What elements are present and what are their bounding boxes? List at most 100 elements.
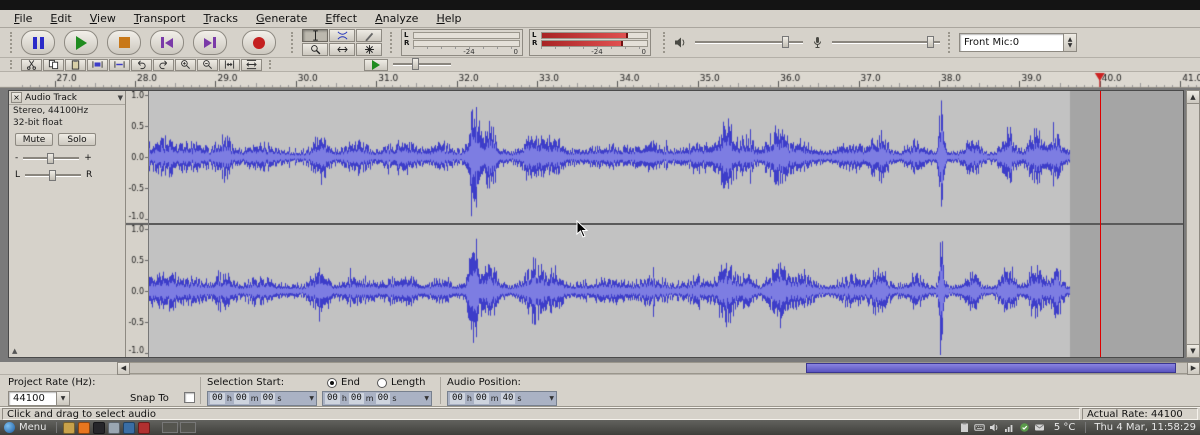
selection-start-field[interactable]: 00h00m00s▼ — [207, 391, 317, 406]
copy-button[interactable] — [43, 59, 64, 71]
track-area[interactable]: × Audio Track ▼ Stereo, 44100Hz 32-bit f… — [0, 88, 1200, 362]
file-manager-icon[interactable] — [63, 422, 75, 434]
skip-to-start-button[interactable] — [150, 30, 184, 55]
length-radio[interactable] — [377, 378, 387, 388]
menu-tracks[interactable]: Tracks — [203, 12, 238, 25]
menu-icon[interactable] — [4, 422, 15, 433]
waveform-left-channel[interactable] — [149, 91, 1183, 223]
terminal-icon[interactable] — [93, 422, 105, 434]
toolbar-grip[interactable] — [390, 32, 395, 52]
selection-tool-button[interactable] — [302, 29, 328, 42]
horizontal-scrollbar[interactable]: ◀ ▶ — [0, 362, 1200, 375]
play-speed-slider[interactable] — [393, 63, 451, 66]
input-device-select[interactable]: Front Mic:0 ▲▼ — [959, 33, 1077, 52]
input-volume-slider[interactable] — [832, 41, 940, 44]
scroll-left-icon[interactable]: ◀ — [117, 362, 130, 375]
track-close-button[interactable]: × — [11, 92, 22, 103]
updates-icon[interactable] — [1019, 422, 1031, 434]
redo-button[interactable] — [153, 59, 174, 71]
trim-outside-button[interactable] — [87, 59, 108, 71]
end-radio-label[interactable]: End — [341, 377, 360, 388]
envelope-tool-button[interactable] — [329, 29, 355, 42]
gain-slider-thumb[interactable] — [47, 153, 54, 164]
scroll-right-icon[interactable]: ▶ — [1187, 362, 1200, 375]
mute-button[interactable]: Mute — [15, 133, 53, 146]
device-spinner[interactable]: ▲▼ — [1063, 34, 1076, 51]
menu-file[interactable]: File — [14, 12, 32, 25]
gain-slider[interactable] — [23, 157, 79, 160]
fit-selection-button[interactable] — [219, 59, 240, 71]
menu-generate[interactable]: Generate — [256, 12, 307, 25]
timeline-ruler[interactable] — [0, 72, 1200, 88]
multi-tool-button[interactable] — [356, 43, 382, 56]
clipboard-icon[interactable] — [959, 422, 971, 434]
zoom-out-button[interactable] — [197, 59, 218, 71]
output-volume-thumb[interactable] — [782, 36, 789, 48]
spin-down-icon[interactable]: ▼ — [1068, 43, 1073, 49]
waveform-display[interactable] — [149, 91, 1183, 357]
taskbar-window-button[interactable] — [162, 422, 178, 433]
end-radio[interactable] — [327, 378, 337, 388]
paste-button[interactable] — [65, 59, 86, 71]
cut-button[interactable] — [21, 59, 42, 71]
field-dropdown-icon[interactable]: ▼ — [549, 395, 554, 402]
output-volume-slider[interactable] — [695, 41, 803, 44]
vertical-scale-ruler[interactable] — [126, 91, 149, 357]
play-button[interactable] — [64, 30, 98, 55]
dropdown-arrow-icon[interactable]: ▼ — [56, 392, 69, 405]
playback-meter[interactable]: L R -240 — [401, 29, 523, 56]
messages-icon[interactable] — [1034, 422, 1046, 434]
record-button[interactable] — [242, 30, 276, 55]
audio-position-field[interactable]: 00h00m40s▼ — [447, 391, 557, 406]
waveform-right-channel[interactable] — [149, 225, 1183, 357]
silence-button[interactable] — [109, 59, 130, 71]
recording-meter[interactable]: L R -240 — [529, 29, 651, 56]
scrollbar-thumb[interactable] — [806, 363, 1176, 373]
toolbar-grip[interactable] — [948, 32, 953, 52]
play-speed-thumb[interactable] — [412, 58, 419, 70]
field-dropdown-icon[interactable]: ▼ — [309, 395, 314, 402]
timeshift-tool-button[interactable] — [329, 43, 355, 56]
pause-button[interactable] — [21, 30, 55, 55]
temperature-widget[interactable]: 5 °C — [1054, 422, 1076, 433]
toolbar-grip[interactable] — [269, 60, 274, 69]
menu-button[interactable]: Menu — [19, 422, 46, 433]
scroll-up-icon[interactable]: ▲ — [1187, 91, 1199, 104]
skip-to-end-button[interactable] — [193, 30, 227, 55]
menu-transport[interactable]: Transport — [134, 12, 186, 25]
track-collapse-button[interactable]: ▲ — [12, 347, 17, 355]
track-menu-dropdown-icon[interactable]: ▼ — [118, 94, 123, 102]
vertical-scrollbar[interactable]: ▲ ▼ — [1186, 90, 1200, 358]
zoom-in-button[interactable] — [175, 59, 196, 71]
project-rate-select[interactable]: 44100 ▼ — [8, 391, 70, 406]
media-player-icon[interactable] — [138, 422, 150, 434]
clock[interactable]: Thu 4 Mar, 11:58:29 — [1094, 422, 1196, 433]
horizontal-scroll-track[interactable] — [130, 362, 1187, 374]
pan-slider[interactable] — [25, 174, 81, 177]
undo-button[interactable] — [131, 59, 152, 71]
volume-icon[interactable] — [989, 422, 1001, 434]
toolbar-grip[interactable] — [291, 32, 296, 52]
taskbar-window-button[interactable] — [180, 422, 196, 433]
selection-end-field[interactable]: 00h00m00s▼ — [322, 391, 432, 406]
toolbar-grip[interactable] — [10, 60, 15, 69]
fit-project-button[interactable] — [241, 59, 262, 71]
input-volume-thumb[interactable] — [927, 36, 934, 48]
vertical-scroll-track[interactable] — [1187, 104, 1199, 344]
field-dropdown-icon[interactable]: ▼ — [424, 395, 429, 402]
stop-button[interactable] — [107, 30, 141, 55]
toolbar-grip[interactable] — [10, 32, 15, 52]
mail-icon[interactable] — [123, 422, 135, 434]
scroll-down-icon[interactable]: ▼ — [1187, 344, 1199, 357]
keyboard-icon[interactable] — [974, 422, 986, 434]
toolbar-grip[interactable] — [663, 32, 668, 52]
pan-slider-thumb[interactable] — [49, 170, 56, 181]
snap-to-checkbox[interactable] — [184, 392, 195, 403]
zoom-tool-button[interactable] — [302, 43, 328, 56]
length-radio-label[interactable]: Length — [391, 377, 426, 388]
web-browser-icon[interactable] — [78, 422, 90, 434]
draw-tool-button[interactable] — [356, 29, 382, 42]
text-editor-icon[interactable] — [108, 422, 120, 434]
menu-effect[interactable]: Effect — [325, 12, 357, 25]
menu-edit[interactable]: Edit — [50, 12, 71, 25]
